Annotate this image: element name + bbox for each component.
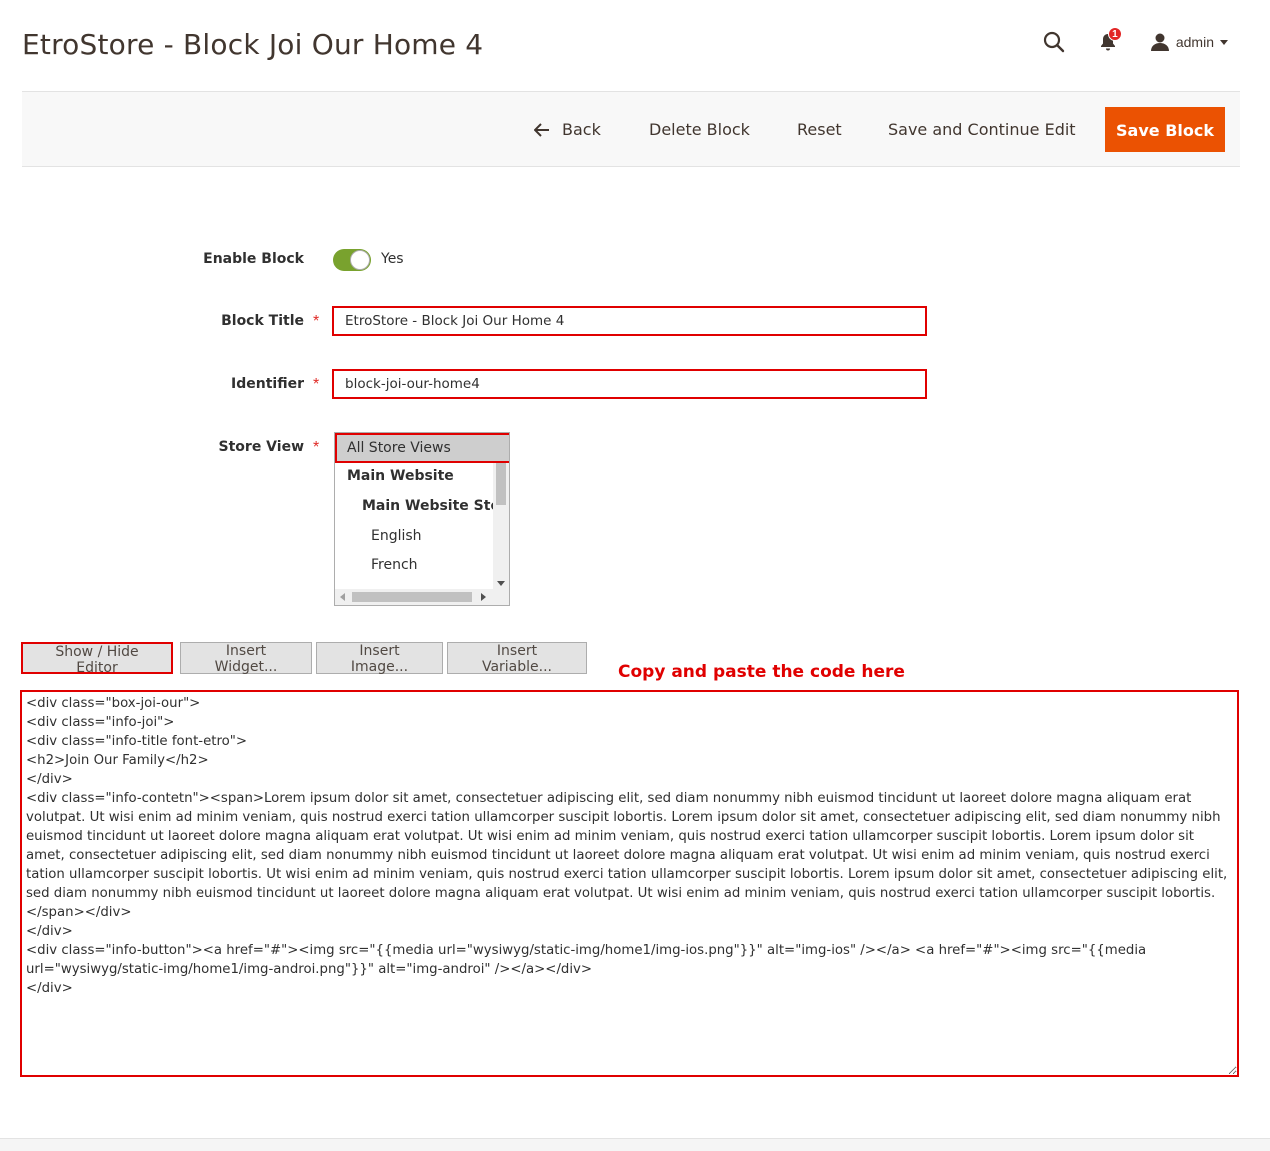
- delete-block-button[interactable]: Delete Block: [649, 107, 750, 152]
- identifier-label: Identifier: [231, 376, 304, 392]
- arrow-left-icon: [534, 122, 549, 137]
- show-hide-editor-button[interactable]: Show / Hide Editor: [21, 642, 173, 676]
- enable-block-toggle[interactable]: [333, 249, 371, 271]
- store-option-main-website[interactable]: Main Website: [335, 461, 454, 491]
- enable-block-label: Enable Block: [203, 251, 304, 267]
- notifications-button[interactable]: 1: [1096, 27, 1122, 54]
- save-and-continue-button[interactable]: Save and Continue Edit: [888, 107, 1076, 152]
- block-title-input[interactable]: [332, 306, 927, 336]
- scrollbar-thumb[interactable]: [352, 592, 472, 602]
- horizontal-scrollbar[interactable]: [335, 589, 509, 605]
- content-code-editor[interactable]: <div class="box-joi-our"> <div class="in…: [20, 690, 1239, 1077]
- back-button[interactable]: Back: [534, 107, 601, 152]
- store-view-multiselect[interactable]: Main Website Main Website Store English …: [334, 432, 510, 606]
- block-title-label: Block Title: [221, 313, 304, 329]
- insert-image-button[interactable]: Insert Image...: [316, 642, 443, 675]
- store-option-main-website-store[interactable]: Main Website Store: [335, 491, 509, 521]
- back-label: Back: [562, 120, 601, 139]
- toggle-knob: [350, 250, 370, 270]
- insert-widget-button[interactable]: Insert Widget...: [180, 642, 312, 675]
- store-option-english[interactable]: English: [335, 521, 422, 551]
- page-actions-bar: Back Delete Block Reset Save and Continu…: [22, 91, 1240, 167]
- scrollbar-thumb[interactable]: [496, 463, 506, 505]
- page-title: EtroStore - Block Joi Our Home 4: [22, 28, 484, 61]
- instruction-callout: Copy and paste the code here: [618, 662, 905, 682]
- scroll-left-arrow-icon[interactable]: [340, 593, 345, 601]
- insert-variable-button[interactable]: Insert Variable...: [447, 642, 587, 675]
- notification-count-badge: 1: [1107, 27, 1122, 41]
- identifier-input[interactable]: [332, 369, 927, 399]
- header-actions: 1 admin: [1042, 27, 1228, 54]
- required-asterisk: *: [313, 439, 320, 456]
- store-option-all-store-views[interactable]: All Store Views: [335, 433, 509, 463]
- save-block-button[interactable]: Save Block: [1105, 107, 1225, 152]
- store-option-french[interactable]: French: [335, 550, 418, 580]
- required-asterisk: *: [313, 376, 320, 393]
- user-menu[interactable]: admin: [1150, 32, 1228, 52]
- user-name: admin: [1175, 34, 1214, 50]
- enable-block-value: Yes: [381, 251, 404, 267]
- chevron-down-icon: [1220, 39, 1228, 45]
- page-footer: [0, 1138, 1270, 1151]
- search-icon[interactable]: [1042, 30, 1066, 54]
- user-icon: [1150, 33, 1169, 51]
- required-asterisk: *: [313, 313, 320, 330]
- reset-button[interactable]: Reset: [797, 107, 842, 152]
- scroll-right-arrow-icon[interactable]: [481, 593, 486, 601]
- store-view-label: Store View: [218, 439, 304, 455]
- scroll-down-arrow-icon[interactable]: [497, 581, 505, 586]
